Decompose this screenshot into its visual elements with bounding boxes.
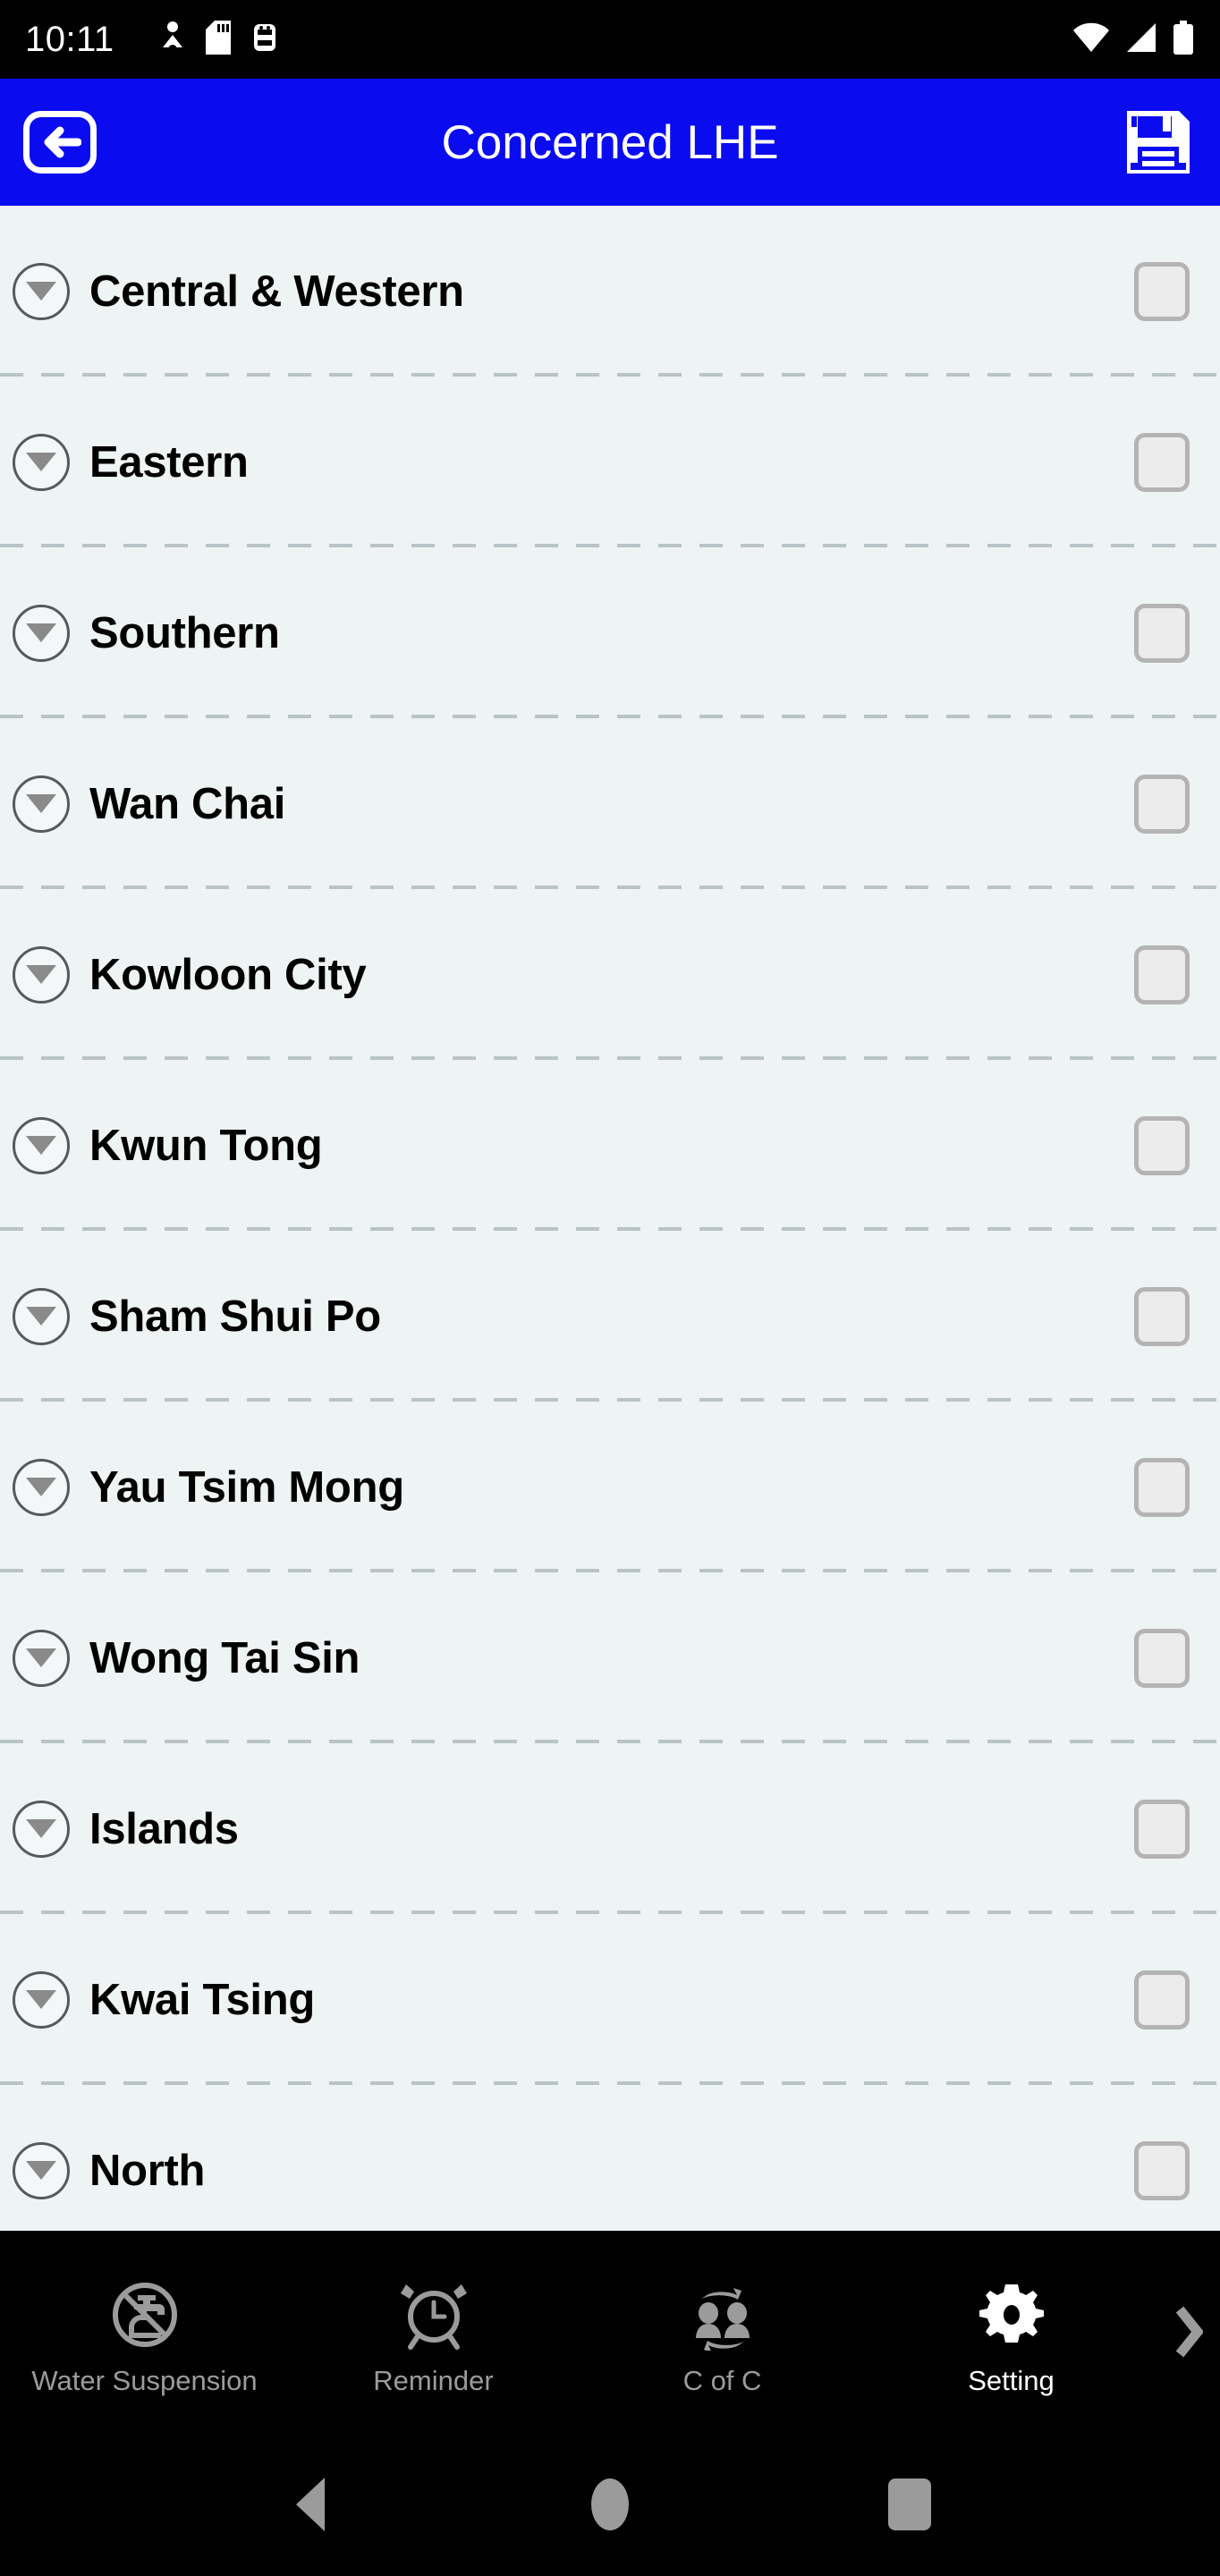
status-bar-right	[1072, 20, 1195, 59]
district-list[interactable]: Central & Western Eastern Southern Wan Chai…	[0, 206, 1220, 2231]
list-item[interactable]: Kwai Tsing	[0, 1914, 1220, 2085]
save-button[interactable]	[1120, 104, 1197, 181]
list-item[interactable]: Kwun Tong	[0, 1060, 1220, 1231]
list-item[interactable]: Sham Shui Po	[0, 1231, 1220, 1402]
list-item-checkbox[interactable]	[1134, 603, 1190, 663]
list-item-checkbox[interactable]	[1134, 432, 1190, 492]
tab-label: C of C	[682, 2365, 762, 2396]
chevron-down-icon	[26, 1478, 56, 1496]
expand-collapse-icon[interactable]	[13, 433, 70, 491]
list-item[interactable]: Eastern	[0, 377, 1220, 547]
list-item[interactable]: Central & Western	[0, 206, 1220, 377]
expand-collapse-icon[interactable]	[13, 1287, 70, 1345]
list-item[interactable]: Islands	[0, 1743, 1220, 1914]
expand-collapse-icon[interactable]	[13, 262, 70, 320]
chevron-down-icon	[26, 453, 56, 471]
usb-debug-icon	[252, 21, 277, 59]
signal-icon	[1123, 21, 1159, 58]
triangle-back-icon	[296, 2478, 326, 2531]
gear-icon	[976, 2277, 1047, 2352]
sd-card-icon	[205, 20, 231, 59]
system-recents-button[interactable]	[856, 2451, 963, 2558]
chevron-down-icon	[26, 1307, 56, 1326]
expand-collapse-icon[interactable]	[13, 945, 70, 1004]
tab-water-suspension[interactable]: Water Suspension	[0, 2231, 289, 2433]
tab-reminder[interactable]: Reminder	[289, 2231, 578, 2433]
bottom-tab-bar: Water Suspension Reminder C of C Setting	[0, 2231, 1220, 2433]
back-arrow-icon	[44, 126, 81, 158]
chevron-down-icon	[26, 1136, 56, 1155]
system-home-button[interactable]	[556, 2451, 664, 2558]
floppy-save-icon	[1127, 111, 1190, 174]
list-item-label: Islands	[89, 1804, 239, 1853]
expand-collapse-icon[interactable]	[13, 1458, 70, 1516]
change-of-occupancy-icon	[687, 2277, 758, 2352]
chevron-down-icon	[26, 1648, 56, 1667]
app-bar: Concerned LHE	[0, 79, 1220, 206]
list-item[interactable]: Wong Tai Sin	[0, 1572, 1220, 1743]
status-bar-left: 10:11	[25, 20, 1072, 60]
no-water-tap-icon	[109, 2277, 181, 2352]
list-item-checkbox[interactable]	[1134, 1799, 1190, 1859]
list-item-checkbox[interactable]	[1134, 1457, 1190, 1517]
tab-label: Setting	[968, 2365, 1055, 2396]
list-item-checkbox[interactable]	[1134, 774, 1190, 834]
tab-label: Reminder	[373, 2365, 494, 2396]
chevron-down-icon	[26, 794, 56, 813]
alarm-clock-icon	[398, 2277, 470, 2352]
expand-collapse-icon[interactable]	[13, 604, 70, 662]
back-button[interactable]	[23, 111, 97, 174]
status-bar-clock: 10:11	[25, 19, 114, 59]
tab-c-of-c[interactable]: C of C	[578, 2231, 867, 2433]
square-recents-icon	[887, 2479, 931, 2530]
chevron-down-icon	[26, 1990, 56, 2009]
list-item[interactable]: North	[0, 2085, 1220, 2231]
battery-icon	[1172, 20, 1195, 59]
chevron-down-icon	[26, 965, 56, 984]
tab-label: Water Suspension	[31, 2365, 258, 2396]
list-item-checkbox[interactable]	[1134, 1628, 1190, 1688]
list-item-label: Wan Chai	[89, 779, 286, 828]
chevron-down-icon	[26, 282, 56, 301]
expand-collapse-icon[interactable]	[13, 2141, 70, 2199]
list-item[interactable]: Kowloon City	[0, 889, 1220, 1060]
list-item-checkbox[interactable]	[1134, 2140, 1190, 2200]
bluetooth-share-icon	[161, 21, 184, 59]
expand-collapse-icon[interactable]	[13, 1629, 70, 1687]
chevron-down-icon	[26, 2161, 56, 2180]
list-item-label: Kwun Tong	[89, 1121, 323, 1170]
circle-home-icon	[590, 2479, 629, 2530]
list-item-label: Yau Tsim Mong	[89, 1462, 404, 1512]
tab-setting[interactable]: Setting	[867, 2231, 1156, 2433]
list-item[interactable]: Southern	[0, 547, 1220, 718]
more-tabs-chevron-right-icon[interactable]	[1156, 2231, 1220, 2433]
wifi-icon	[1072, 21, 1111, 58]
expand-collapse-icon[interactable]	[13, 1116, 70, 1174]
list-item-checkbox[interactable]	[1134, 945, 1190, 1004]
list-item[interactable]: Yau Tsim Mong	[0, 1402, 1220, 1572]
list-item-label: Eastern	[89, 437, 249, 487]
expand-collapse-icon[interactable]	[13, 775, 70, 833]
expand-collapse-icon[interactable]	[13, 1800, 70, 1858]
list-item-checkbox[interactable]	[1134, 261, 1190, 321]
list-item-label: North	[89, 2146, 206, 2195]
list-item-checkbox[interactable]	[1134, 1115, 1190, 1175]
system-navigation-bar	[0, 2433, 1220, 2576]
app-screen: 10:11 Concerned LHE Central & Western Ea…	[0, 0, 1220, 2576]
list-item-label: Sham Shui Po	[89, 1292, 381, 1341]
list-item-label: Kwai Tsing	[89, 1975, 316, 2024]
list-item[interactable]: Wan Chai	[0, 718, 1220, 889]
status-bar: 10:11	[0, 0, 1220, 79]
list-item-checkbox[interactable]	[1134, 1286, 1190, 1346]
expand-collapse-icon[interactable]	[13, 1970, 70, 2029]
chevron-down-icon	[26, 623, 56, 642]
page-title: Concerned LHE	[441, 115, 779, 169]
list-item-label: Kowloon City	[89, 950, 367, 999]
list-item-label: Southern	[89, 608, 280, 657]
list-item-checkbox[interactable]	[1134, 1970, 1190, 2029]
list-item-label: Central & Western	[89, 267, 464, 316]
chevron-down-icon	[26, 1819, 56, 1838]
list-item-label: Wong Tai Sin	[89, 1633, 360, 1682]
system-back-button[interactable]	[257, 2451, 364, 2558]
